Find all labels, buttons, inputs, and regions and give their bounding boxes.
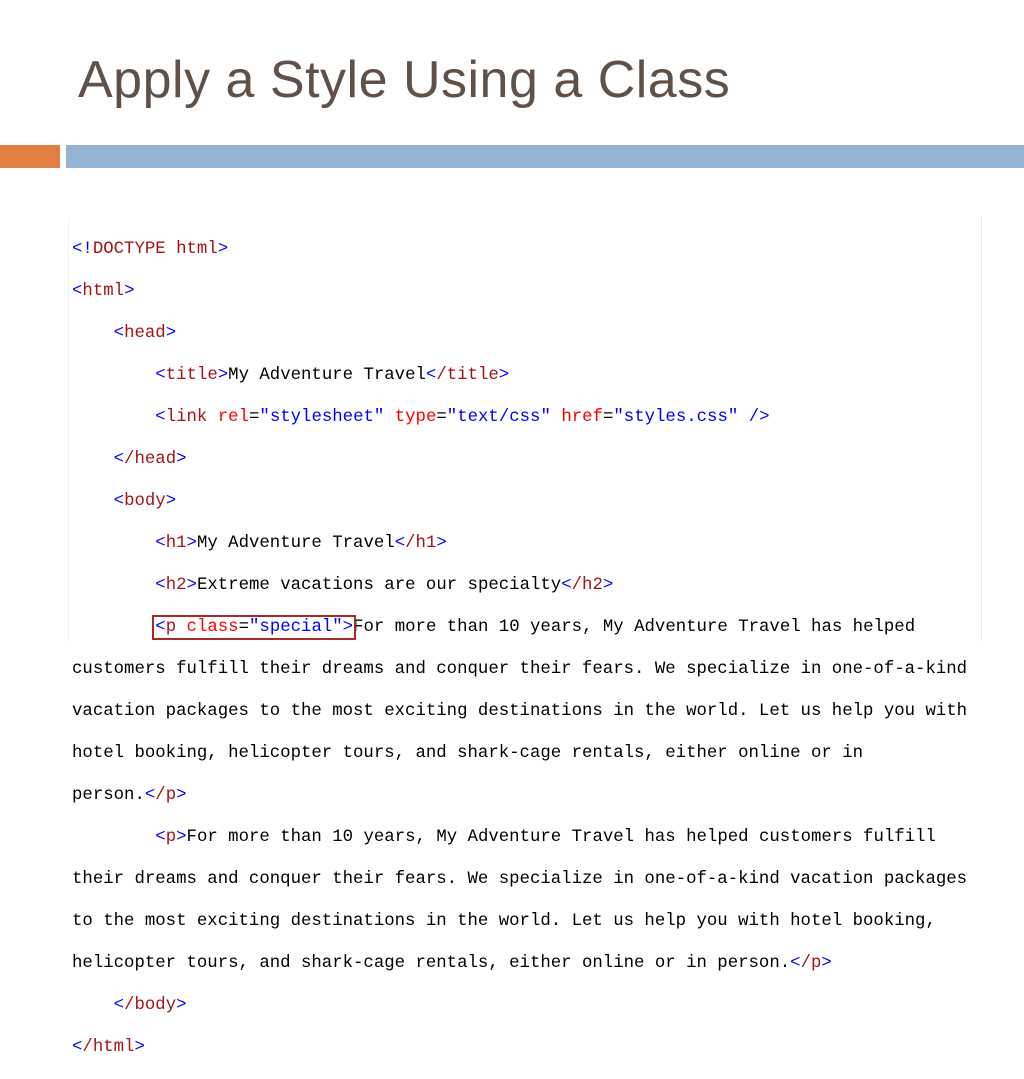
code-line-body-open: <body>: [113, 492, 177, 511]
code-line-p2-2: their dreams and conquer their fears. We…: [72, 870, 968, 889]
html-code-listing: <!DOCTYPE html> <html> <head> <title>My …: [72, 218, 967, 1079]
code-line-html-open: <html>: [72, 282, 135, 301]
code-line-p1-3: vacation packages to the most exciting d…: [72, 702, 968, 721]
code-line-p2-1: <p>For more than 10 years, My Adventure …: [155, 828, 936, 847]
code-line-body-close: </body>: [113, 996, 187, 1015]
slide-title: Apply a Style Using a Class: [78, 51, 731, 109]
code-line-p2-3: to the most exciting destinations in the…: [72, 912, 936, 931]
code-line-p2-4: helicopter tours, and shark-cage rentals…: [72, 954, 832, 973]
code-line-p1-5: person.</p>: [72, 786, 187, 805]
accent-bar-orange: [0, 145, 60, 168]
code-line-head-close: </head>: [113, 450, 187, 469]
code-line-p1-2: customers fulfill their dreams and conqu…: [72, 660, 968, 679]
code-line-head-open: <head>: [113, 324, 177, 343]
code-line-html-close: </html>: [72, 1038, 145, 1057]
accent-bar-blue: [66, 145, 1024, 168]
class-attribute-highlight-box: <p class="special">: [152, 615, 357, 640]
code-line-doctype: <!DOCTYPE html>: [72, 240, 229, 259]
code-line-p-special: <p class="special">For more than 10 year…: [152, 615, 916, 640]
code-line-h1: <h1>My Adventure Travel</h1>: [155, 534, 447, 553]
code-line-p1-4: hotel booking, helicopter tours, and sha…: [72, 744, 864, 763]
code-line-title: <title>My Adventure Travel</title>: [155, 366, 510, 385]
code-line-link: <link rel="stylesheet" type="text/css" h…: [155, 408, 770, 427]
code-screenshot-panel: <!DOCTYPE html> <html> <head> <title>My …: [68, 217, 982, 1057]
code-line-h2: <h2>Extreme vacations are our specialty<…: [155, 576, 614, 595]
